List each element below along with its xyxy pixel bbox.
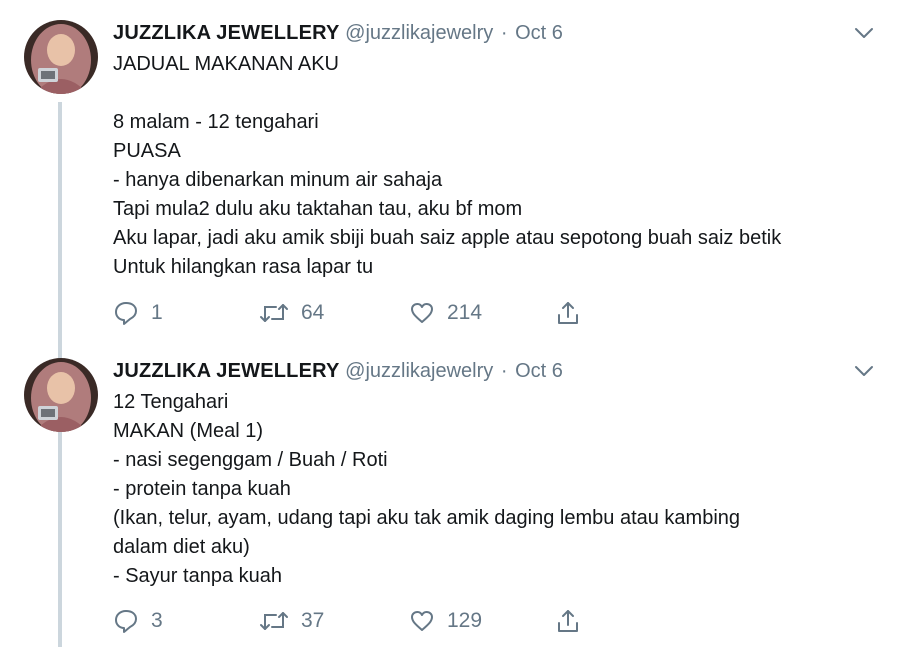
reply-icon <box>115 302 137 325</box>
tweet-header: JUZZLIKA JEWELLERY @juzzlikajewelry · Oc… <box>113 20 873 46</box>
tweet-header: JUZZLIKA JEWELLERY @juzzlikajewelry · Oc… <box>113 358 873 384</box>
separator-dot: · <box>500 360 508 382</box>
reply-button[interactable]: 3 <box>113 606 163 636</box>
heart-icon <box>411 303 433 323</box>
tweet-text: 12 Tengahari MAKAN (Meal 1) - nasi segen… <box>113 388 873 591</box>
heart-icon <box>411 611 433 631</box>
tweet-text-line: dalam diet aku) <box>113 536 250 558</box>
tweet-text-line: - nasi segenggam / Buah / Roti <box>113 449 388 471</box>
separator-dot: · <box>500 22 508 44</box>
tweet-text-line: - Sayur tanpa kuah <box>113 565 282 587</box>
tweet-text: JADUAL MAKANAN AKU 8 malam - 12 tengahar… <box>113 50 873 282</box>
reply-count: 3 <box>151 609 163 632</box>
user-handle[interactable]: @juzzlikajewelry <box>345 22 493 44</box>
retweet-button[interactable]: 64 <box>259 298 324 328</box>
tweet-date[interactable]: Oct 6 <box>515 360 563 382</box>
tweet-text-line <box>113 79 873 108</box>
tweet-actions: 1 64 214 <box>113 298 633 328</box>
like-count: 129 <box>447 609 483 632</box>
reply-count: 1 <box>151 301 163 324</box>
retweet-button[interactable]: 37 <box>259 606 324 636</box>
tweet-text-line: Untuk hilangkan rasa lapar tu <box>113 256 374 278</box>
like-button[interactable]: 129 <box>409 606 482 636</box>
chevron-down-icon[interactable] <box>853 364 875 378</box>
share-icon <box>558 302 578 324</box>
tweet-text-line: 8 malam - 12 tengahari <box>113 111 319 133</box>
share-icon <box>558 610 578 632</box>
share-button[interactable] <box>555 606 581 636</box>
tweet-text-line: PUASA <box>113 140 181 162</box>
display-name[interactable]: JUZZLIKA JEWELLERY <box>113 360 340 382</box>
tweet-date[interactable]: Oct 6 <box>515 22 563 44</box>
retweet-icon <box>260 304 288 322</box>
share-button[interactable] <box>555 298 581 328</box>
tweet-text-line: JADUAL MAKANAN AKU <box>113 53 339 75</box>
avatar[interactable] <box>24 20 98 94</box>
retweet-icon <box>260 612 288 630</box>
reply-button[interactable]: 1 <box>113 298 163 328</box>
tweet-text-line: Aku lapar, jadi aku amik sbiji buah saiz… <box>113 227 782 249</box>
display-name[interactable]: JUZZLIKA JEWELLERY <box>113 22 340 44</box>
tweet-text-line: Tapi mula2 dulu aku taktahan tau, aku bf… <box>113 198 523 220</box>
tweet-text-line: - hanya dibenarkan minum air sahaja <box>113 169 443 191</box>
retweet-count: 37 <box>301 609 325 632</box>
reply-icon <box>115 610 137 633</box>
tweet-text-line: MAKAN (Meal 1) <box>113 420 264 442</box>
chevron-down-icon[interactable] <box>853 26 875 40</box>
tweet-text-line: 12 Tengahari <box>113 391 229 413</box>
like-button[interactable]: 214 <box>409 298 482 328</box>
retweet-count: 64 <box>301 301 325 324</box>
user-handle[interactable]: @juzzlikajewelry <box>345 360 493 382</box>
tweet-actions: 3 37 129 <box>113 606 633 636</box>
like-count: 214 <box>447 301 483 324</box>
avatar[interactable] <box>24 358 98 432</box>
tweet-text-line: (Ikan, telur, ayam, udang tapi aku tak a… <box>113 507 741 529</box>
tweet-text-line: - protein tanpa kuah <box>113 478 291 500</box>
